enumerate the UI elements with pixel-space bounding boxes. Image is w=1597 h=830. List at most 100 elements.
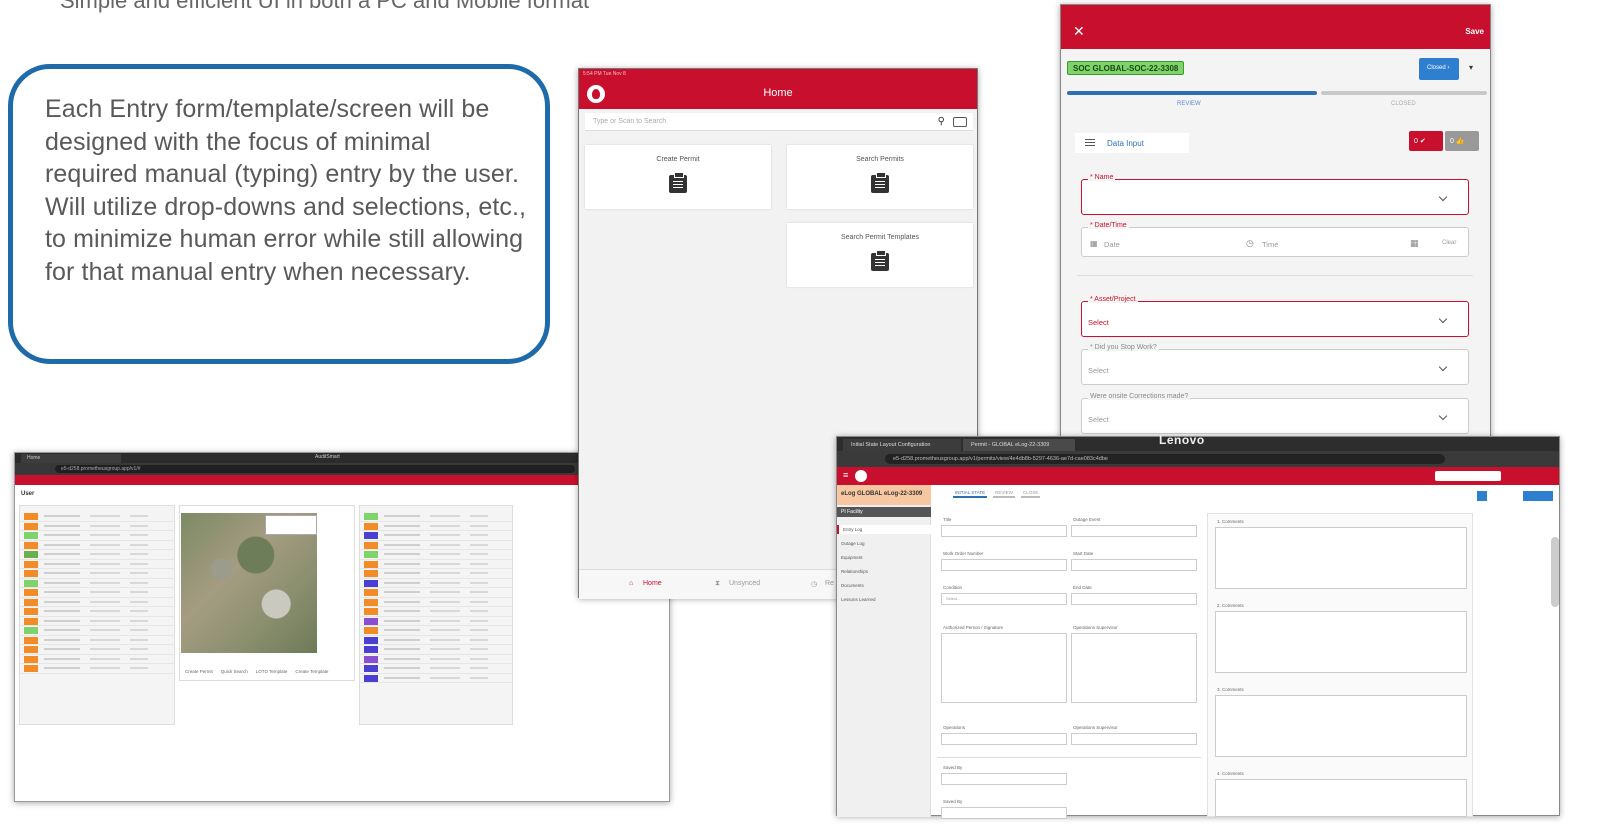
- browser-tab[interactable]: Initial State Layout Configuration: [843, 439, 961, 451]
- supervisor-signature-pad[interactable]: [1071, 633, 1197, 703]
- like-button[interactable]: 0 👍: [1445, 131, 1479, 151]
- browser-tab[interactable]: Home: [21, 454, 121, 463]
- stop-work-field[interactable]: * Did you Stop Work? Select: [1081, 344, 1469, 385]
- table-row[interactable]: [360, 550, 512, 560]
- clear-button[interactable]: Clear: [1442, 240, 1456, 246]
- table-row[interactable]: [360, 617, 512, 626]
- comments-textarea-2[interactable]: [1215, 611, 1467, 673]
- table-row[interactable]: [360, 664, 512, 674]
- table-row[interactable]: [360, 560, 512, 569]
- table-row[interactable]: [20, 512, 174, 522]
- calendar-icon[interactable]: ▦: [1410, 238, 1419, 249]
- table-row[interactable]: [360, 626, 512, 636]
- table-row[interactable]: [20, 636, 174, 645]
- title-input[interactable]: [941, 525, 1067, 537]
- sidebar-item[interactable]: Relationships: [837, 567, 931, 576]
- start-date-input[interactable]: [1071, 559, 1197, 571]
- saved-by-input-2[interactable]: [941, 807, 1067, 819]
- sidebar-item[interactable]: Entry Log: [837, 525, 931, 534]
- table-row[interactable]: [360, 541, 512, 550]
- datetime-field[interactable]: * Date/Time ▦ Date ◷ Time ▦ Clear: [1081, 222, 1469, 257]
- comments-textarea-1[interactable]: [1215, 527, 1467, 589]
- table-row[interactable]: [360, 607, 512, 617]
- work-order-input[interactable]: [941, 559, 1067, 571]
- header-search-input[interactable]: [1435, 471, 1501, 481]
- bottom-nav-unsynced[interactable]: Unsynced: [729, 580, 760, 587]
- table-row[interactable]: [20, 531, 174, 541]
- home-nav-icon[interactable]: ⌂: [629, 580, 633, 587]
- search-permits-card[interactable]: Search Permits: [787, 145, 973, 209]
- onsite-corrections-field[interactable]: Were onsite Corrections made? Select: [1081, 393, 1469, 434]
- edit-icon[interactable]: [1477, 491, 1487, 501]
- table-row[interactable]: [20, 522, 174, 531]
- saved-by-input[interactable]: [941, 773, 1067, 785]
- stage-tab[interactable]: CLOSE: [1020, 489, 1041, 498]
- sidebar-item[interactable]: Documents: [837, 581, 931, 590]
- table-row[interactable]: [360, 636, 512, 645]
- sidebar-item[interactable]: Lessons Learned: [837, 595, 931, 604]
- condition-select[interactable]: Select...: [941, 593, 1067, 605]
- table-row[interactable]: [360, 569, 512, 579]
- barcode-scan-icon[interactable]: [953, 117, 967, 127]
- table-row[interactable]: [360, 588, 512, 598]
- close-icon[interactable]: ✕: [1073, 23, 1085, 40]
- home-search-bar[interactable]: Type or Scan to Search ⚲: [585, 113, 973, 131]
- history-icon[interactable]: ◷: [811, 580, 817, 588]
- browser-tab[interactable]: Permit - GLOBAL eLog-22-3309: [963, 439, 1075, 451]
- table-row[interactable]: [20, 607, 174, 617]
- table-row[interactable]: [20, 664, 174, 674]
- url-field[interactable]: e5-d258.prometheusgroup.app/v1/#: [55, 465, 575, 473]
- date-input[interactable]: Date: [1104, 240, 1120, 249]
- table-row[interactable]: [20, 588, 174, 598]
- sidebar-item[interactable]: Outage Log: [837, 539, 931, 548]
- table-row[interactable]: [360, 674, 512, 683]
- table-row[interactable]: [20, 617, 174, 626]
- sidebar-item[interactable]: Equipment: [837, 553, 931, 562]
- table-row[interactable]: [20, 598, 174, 607]
- table-row[interactable]: [360, 655, 512, 664]
- end-date-input[interactable]: [1071, 593, 1197, 605]
- bottom-nav-recent[interactable]: Re: [825, 580, 834, 587]
- ops-supervisor-input[interactable]: [1071, 733, 1197, 745]
- search-icon[interactable]: ⚲: [938, 116, 945, 127]
- comments-textarea-4[interactable]: [1215, 779, 1467, 817]
- data-input-tab[interactable]: Data Input: [1075, 133, 1189, 153]
- table-row[interactable]: [20, 645, 174, 655]
- bottom-nav-home[interactable]: Home: [643, 580, 662, 587]
- signature-pad[interactable]: [941, 633, 1067, 703]
- time-input[interactable]: Time: [1262, 240, 1278, 249]
- action-button[interactable]: [1523, 491, 1553, 501]
- asset-project-field[interactable]: * Asset/Project Select: [1081, 296, 1469, 337]
- chevron-down-icon[interactable]: ▾: [1469, 63, 1473, 72]
- approve-button[interactable]: 0 ✔: [1409, 131, 1443, 151]
- map-footer-item[interactable]: LOTO Template: [256, 669, 288, 674]
- stage-tab[interactable]: INITIAL STATE: [953, 489, 988, 498]
- scrollbar[interactable]: [1551, 537, 1559, 607]
- table-row[interactable]: [360, 579, 512, 588]
- menu-icon[interactable]: ≡: [843, 470, 848, 480]
- comments-textarea-3[interactable]: [1215, 695, 1467, 757]
- table-row[interactable]: [20, 626, 174, 636]
- map-footer-item[interactable]: Create Permit: [185, 669, 213, 674]
- hourglass-icon[interactable]: ⧗: [715, 580, 720, 588]
- table-row[interactable]: [20, 579, 174, 588]
- stage-tab[interactable]: REVIEW: [993, 489, 1015, 498]
- search-permit-templates-card[interactable]: Search Permit Templates: [787, 223, 973, 287]
- map-footer-item[interactable]: Create Template: [295, 669, 328, 674]
- operations-input[interactable]: [941, 733, 1067, 745]
- table-row[interactable]: [20, 541, 174, 550]
- table-row[interactable]: [360, 531, 512, 541]
- table-row[interactable]: [20, 569, 174, 579]
- step-closed[interactable]: CLOSED: [1391, 101, 1416, 107]
- url-field[interactable]: e5-d258.prometheusgroup.app/v1/permits/v…: [885, 454, 1445, 464]
- create-permit-card[interactable]: Create Permit: [585, 145, 771, 209]
- table-row[interactable]: [20, 655, 174, 664]
- closed-button[interactable]: Closed ›: [1419, 58, 1459, 80]
- outage-event-input[interactable]: [1071, 525, 1197, 537]
- table-row[interactable]: [360, 512, 512, 522]
- step-review[interactable]: REVIEW: [1177, 101, 1201, 107]
- table-row[interactable]: [20, 560, 174, 569]
- map-footer-item[interactable]: Quick Search: [221, 669, 248, 674]
- name-field[interactable]: * Name: [1081, 174, 1469, 215]
- table-row[interactable]: [360, 522, 512, 531]
